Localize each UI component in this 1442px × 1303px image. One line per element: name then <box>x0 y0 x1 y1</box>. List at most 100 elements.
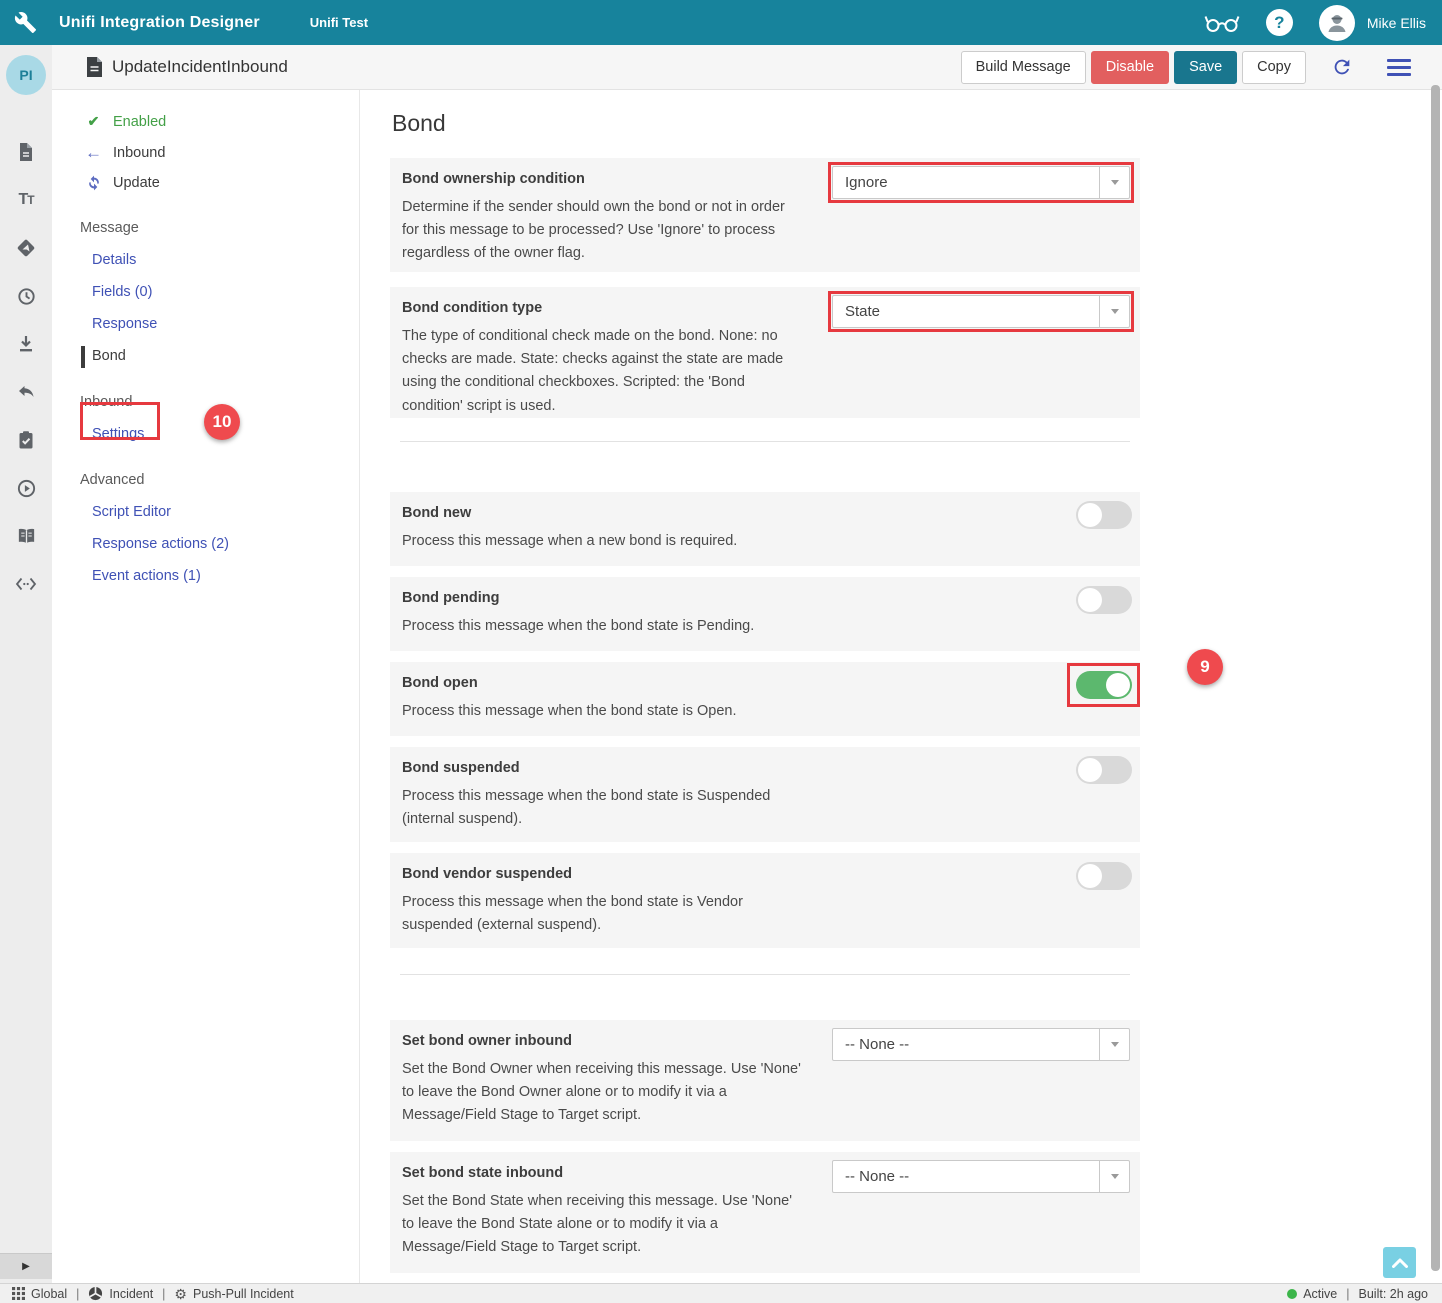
field-label: Bond ownership condition <box>402 171 820 187</box>
section-heading: Bond <box>392 110 1432 137</box>
environment-label[interactable]: Unifi Test <box>310 15 368 30</box>
field-label: Bond pending <box>402 590 820 606</box>
field-description: Process this message when the bond state… <box>402 700 802 723</box>
field-description: Process this message when the bond state… <box>402 891 802 937</box>
code-icon[interactable] <box>0 560 52 608</box>
statusbar-incident[interactable]: Incident <box>88 1286 153 1301</box>
download-icon[interactable] <box>0 320 52 368</box>
main-content: Bond Bond ownership condition Determine … <box>360 90 1432 1283</box>
sidebar-item-label: Script Editor <box>92 504 171 520</box>
sidebar-item-label: Inbound <box>113 145 165 161</box>
copy-button[interactable]: Copy <box>1242 51 1306 84</box>
separator: | <box>76 1287 79 1301</box>
bond-pending-toggle[interactable] <box>1076 586 1132 614</box>
sidebar-item-fields[interactable]: Fields (0) <box>52 276 359 308</box>
user-avatar[interactable] <box>1319 5 1355 41</box>
reply-icon[interactable] <box>0 368 52 416</box>
divider <box>400 974 1130 975</box>
sidebar-item-label: Enabled <box>113 114 166 130</box>
sidebar-item-settings[interactable]: Settings <box>52 418 359 450</box>
vertical-scrollbar[interactable] <box>1431 85 1440 1271</box>
bond-suspended-toggle[interactable] <box>1076 756 1132 784</box>
page-title: UpdateIncidentInbound <box>112 57 288 77</box>
field-description: Determine if the sender should own the b… <box>402 196 802 266</box>
disable-button[interactable]: Disable <box>1091 51 1169 84</box>
separator: | <box>162 1287 165 1301</box>
sync-icon <box>85 175 102 191</box>
incident-icon <box>88 1286 103 1301</box>
sidebar-item-label: Details <box>92 252 136 268</box>
toggle-knob <box>1078 503 1102 527</box>
rail-collapse-button[interactable]: ▶ <box>0 1253 52 1279</box>
document-header: UpdateIncidentInbound Build Message Disa… <box>52 45 1442 90</box>
toggle-knob <box>1078 588 1102 612</box>
card-bond-condition-type: Bond condition type The type of conditio… <box>390 287 1140 418</box>
statusbar-label: Active <box>1303 1287 1337 1301</box>
bond-new-toggle[interactable] <box>1076 501 1132 529</box>
save-button[interactable]: Save <box>1174 51 1237 84</box>
bond-ownership-condition-select[interactable]: Ignore <box>832 166 1130 199</box>
sidebar-item-script-editor[interactable]: Script Editor <box>52 496 359 528</box>
card-bond-new: Bond new Process this message when a new… <box>390 492 1140 566</box>
field-description: The type of conditional check made on th… <box>402 325 802 418</box>
sidebar-item-response[interactable]: Response <box>52 308 359 340</box>
statusbar-global[interactable]: Global <box>12 1287 67 1301</box>
field-label: Bond new <box>402 505 820 521</box>
bond-open-toggle[interactable] <box>1076 671 1132 699</box>
field-description: Set the Bond Owner when receiving this m… <box>402 1058 802 1128</box>
chevron-down-icon <box>1099 1161 1129 1192</box>
card-set-bond-owner-inbound: Set bond owner inbound Set the Bond Owne… <box>390 1020 1140 1141</box>
toggle-knob <box>1106 673 1130 697</box>
navigation-icon[interactable] <box>0 224 52 272</box>
bond-vendor-suspended-toggle[interactable] <box>1076 862 1132 890</box>
menu-icon[interactable] <box>1384 52 1414 82</box>
scroll-to-top-button[interactable] <box>1383 1247 1416 1278</box>
set-bond-owner-inbound-select[interactable]: -- None -- <box>832 1028 1130 1061</box>
select-value: -- None -- <box>833 1161 1099 1192</box>
set-bond-state-inbound-select[interactable]: -- None -- <box>832 1160 1130 1193</box>
separator: | <box>1346 1287 1349 1301</box>
app-title: Unifi Integration Designer <box>59 14 260 32</box>
statusbar-active: Active <box>1287 1287 1337 1301</box>
wrench-icon[interactable] <box>14 11 37 34</box>
text-icon[interactable]: TT <box>0 176 52 224</box>
help-icon[interactable]: ? <box>1266 9 1293 36</box>
sidebar-section-inbound: Inbound <box>80 388 359 416</box>
sidebar-item-label: Bond <box>92 348 126 364</box>
sidebar-item-bond[interactable]: Bond <box>52 340 359 372</box>
integration-avatar[interactable]: PI <box>6 55 46 95</box>
statusbar-push-pull-incident[interactable]: ⚙ Push-Pull Incident <box>174 1287 293 1301</box>
sidebar-item-event-actions[interactable]: Event actions (1) <box>52 560 359 592</box>
card-bond-open: Bond open Process this message when the … <box>390 662 1140 736</box>
sidebar-item-label: Update <box>113 175 160 191</box>
sidebar-item-label: Response <box>92 316 157 332</box>
run-icon[interactable] <box>0 464 52 512</box>
sidebar-item-update[interactable]: Update <box>52 168 359 198</box>
statusbar-label: Global <box>31 1287 67 1301</box>
select-value: State <box>833 296 1099 327</box>
glasses-icon[interactable] <box>1204 13 1240 33</box>
history-icon[interactable] <box>0 272 52 320</box>
field-description: Process this message when the bond state… <box>402 615 802 638</box>
sidebar-item-response-actions[interactable]: Response actions (2) <box>52 528 359 560</box>
refresh-icon[interactable] <box>1327 52 1357 82</box>
document-icon <box>85 56 104 78</box>
sidebar-item-inbound-direction[interactable]: ← Inbound <box>52 137 359 168</box>
book-icon[interactable] <box>0 512 52 560</box>
sidebar-section-message: Message <box>80 214 359 242</box>
sidebar-item-enabled[interactable]: ✔ Enabled <box>52 106 359 137</box>
tasks-icon[interactable] <box>0 416 52 464</box>
grid-icon <box>12 1287 25 1300</box>
sidebar-item-details[interactable]: Details <box>52 244 359 276</box>
field-label: Bond condition type <box>402 300 820 316</box>
build-message-button[interactable]: Build Message <box>961 51 1086 84</box>
statusbar-label: Incident <box>109 1287 153 1301</box>
card-bond-suspended: Bond suspended Process this message when… <box>390 747 1140 842</box>
statusbar-built-label: Built: 2h ago <box>1359 1287 1429 1301</box>
chevron-down-icon <box>1099 1029 1129 1060</box>
sidebar-item-label: Response actions (2) <box>92 536 229 552</box>
document-icon[interactable] <box>0 128 52 176</box>
divider <box>400 441 1130 442</box>
field-label: Bond vendor suspended <box>402 866 820 882</box>
bond-condition-type-select[interactable]: State <box>832 295 1130 328</box>
